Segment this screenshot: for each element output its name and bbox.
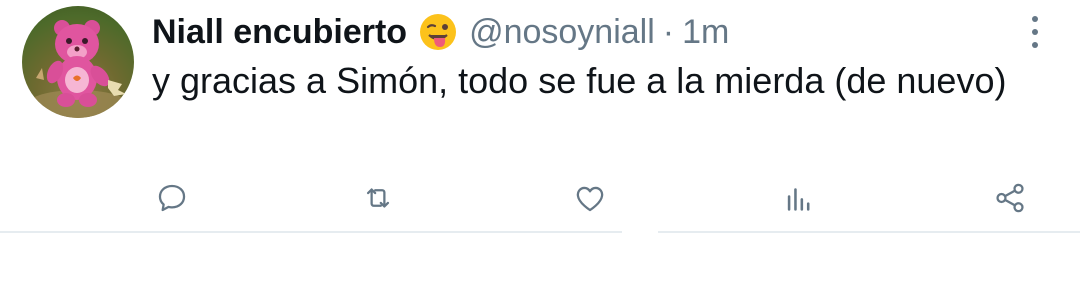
retweet-icon xyxy=(366,188,390,208)
analytics-button[interactable] xyxy=(777,176,821,220)
retweet-button[interactable] xyxy=(356,176,400,220)
user-handle[interactable]: @nosoyniall xyxy=(469,13,655,52)
more-vertical-icon[interactable] xyxy=(1020,14,1050,50)
tweet-actions xyxy=(0,176,1080,220)
winking-tongue-emoji xyxy=(419,13,457,51)
tweet[interactable]: Niall encubierto @nosoyniall · 1m y grac… xyxy=(0,0,1080,286)
avatar[interactable] xyxy=(22,6,134,118)
tweet-header: Niall encubierto @nosoyniall · 1m xyxy=(152,8,729,56)
care-bear-image xyxy=(28,20,128,118)
divider-left xyxy=(0,231,622,233)
tweet-text: y gracias a Simón, todo se fue a la mier… xyxy=(152,60,1007,101)
reply-button[interactable] xyxy=(150,176,194,220)
share-button[interactable] xyxy=(988,176,1032,220)
share-icon xyxy=(996,183,1024,213)
display-name[interactable]: Niall encubierto xyxy=(152,13,407,52)
reply-icon xyxy=(158,184,186,212)
divider-right xyxy=(658,231,1080,233)
analytics-icon xyxy=(787,188,810,211)
timestamp[interactable]: 1m xyxy=(682,13,729,52)
heart-icon xyxy=(576,186,604,212)
like-button[interactable] xyxy=(568,176,612,220)
separator-dot: · xyxy=(662,12,675,51)
